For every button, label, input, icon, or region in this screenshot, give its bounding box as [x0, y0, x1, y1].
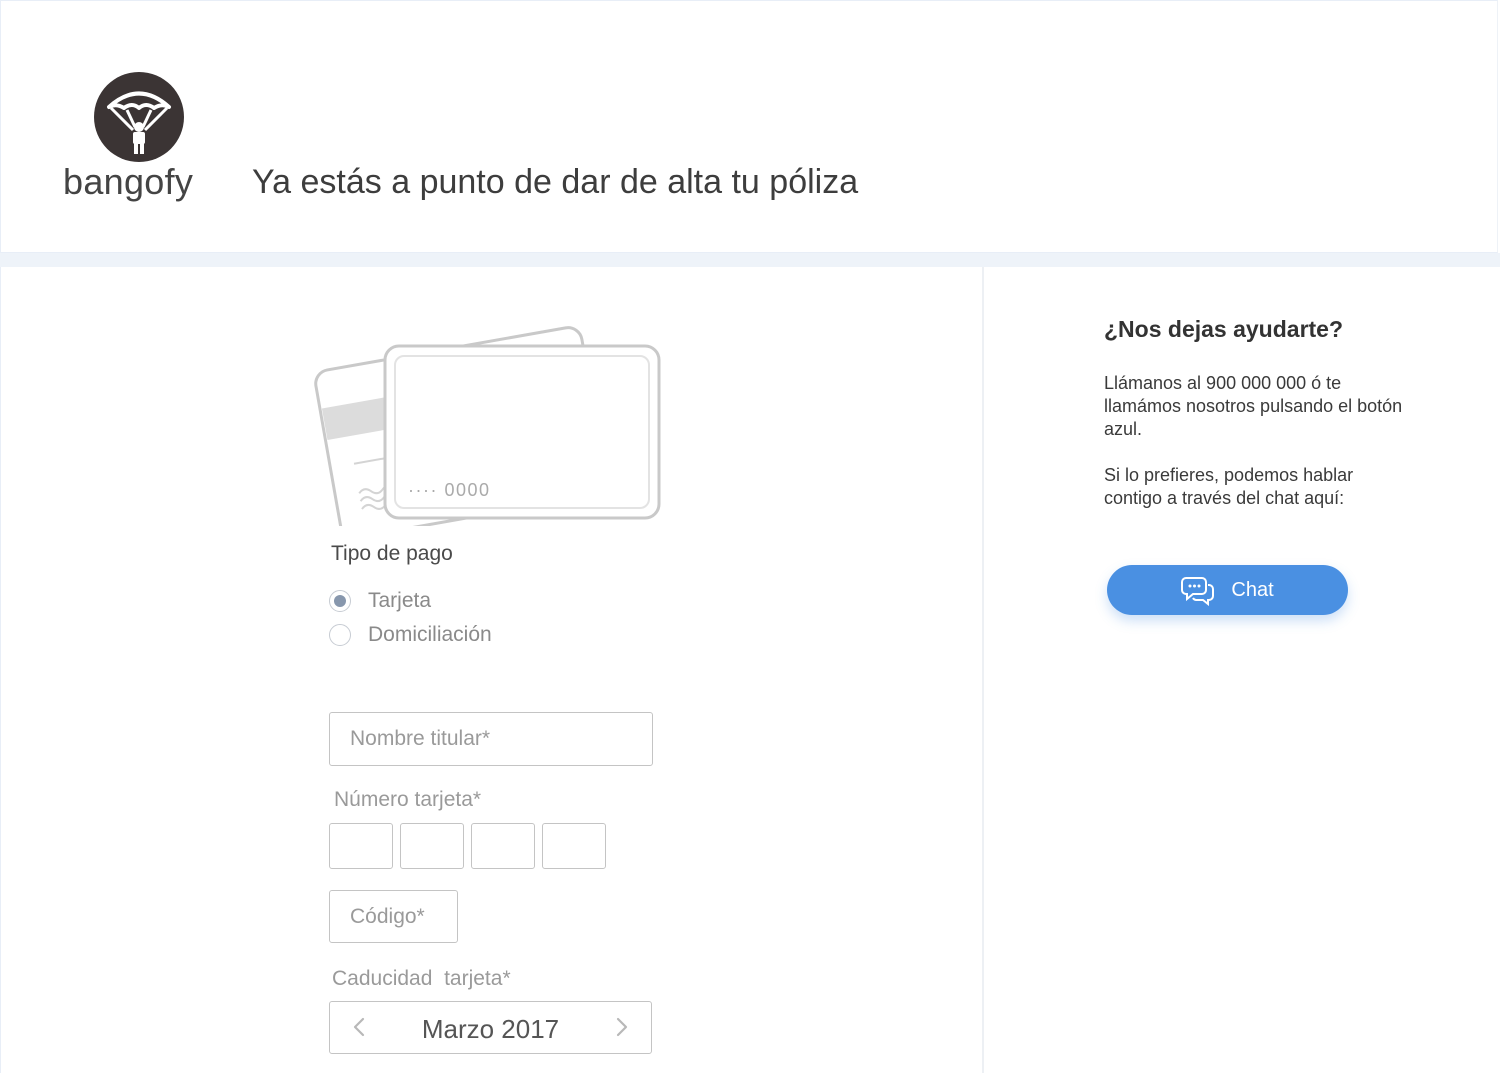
help-call-text: Llámanos al 900 000 000 ó te llamámos no… [1104, 373, 1403, 439]
card-masked-number: ···· 0000 [408, 480, 491, 500]
payment-type-label: Tipo de pago [331, 542, 453, 565]
chat-button[interactable]: Chat [1107, 565, 1348, 615]
radio-direct-debit[interactable] [329, 624, 351, 646]
card-number-group-4[interactable] [542, 823, 606, 869]
payment-option-direct-debit[interactable]: Domiciliación [329, 623, 492, 647]
help-chat-text: Si lo prefieres, podemos hablar contigo … [1104, 465, 1354, 508]
payment-option-label: Tarjeta [368, 589, 432, 612]
cvv-input[interactable] [329, 890, 458, 943]
panel-divider [982, 267, 984, 1073]
payment-option-label: Domiciliación [368, 623, 492, 646]
checkout-page: bangofy Ya estás a punto de dar de alta … [0, 0, 1500, 1073]
radio-card[interactable] [329, 590, 351, 612]
page-header: bangofy Ya estás a punto de dar de alta … [0, 0, 1498, 253]
chat-bubbles-icon [1181, 577, 1215, 606]
card-number-label: Número tarjeta* [334, 788, 482, 811]
chat-button-label: Chat [1231, 578, 1274, 601]
parachute-logo-icon[interactable] [94, 72, 184, 162]
chevron-right-icon [616, 1017, 628, 1037]
card-number-group-3[interactable] [471, 823, 535, 869]
expiry-date-value: Marzo 2017 [421, 1014, 560, 1044]
help-title: ¿Nos dejas ayudarte? [1104, 316, 1344, 342]
radio-selected-dot [334, 595, 346, 607]
payment-option-card[interactable]: Tarjeta [329, 589, 431, 613]
header-divider [0, 253, 1500, 267]
card-number-group-1[interactable] [329, 823, 393, 869]
expiry-label: Caducidad tarjeta* [332, 967, 511, 990]
credit-card-illustration: ···· 0000 [314, 326, 661, 526]
brand-name: bangofy [63, 161, 194, 202]
holder-name-input[interactable] [329, 712, 653, 766]
card-number-group-2[interactable] [400, 823, 464, 869]
next-month-button[interactable] [609, 1014, 635, 1040]
expiry-date-picker: Marzo 2017 [329, 1001, 652, 1054]
page-title: Ya estás a punto de dar de alta tu póliz… [252, 163, 859, 201]
